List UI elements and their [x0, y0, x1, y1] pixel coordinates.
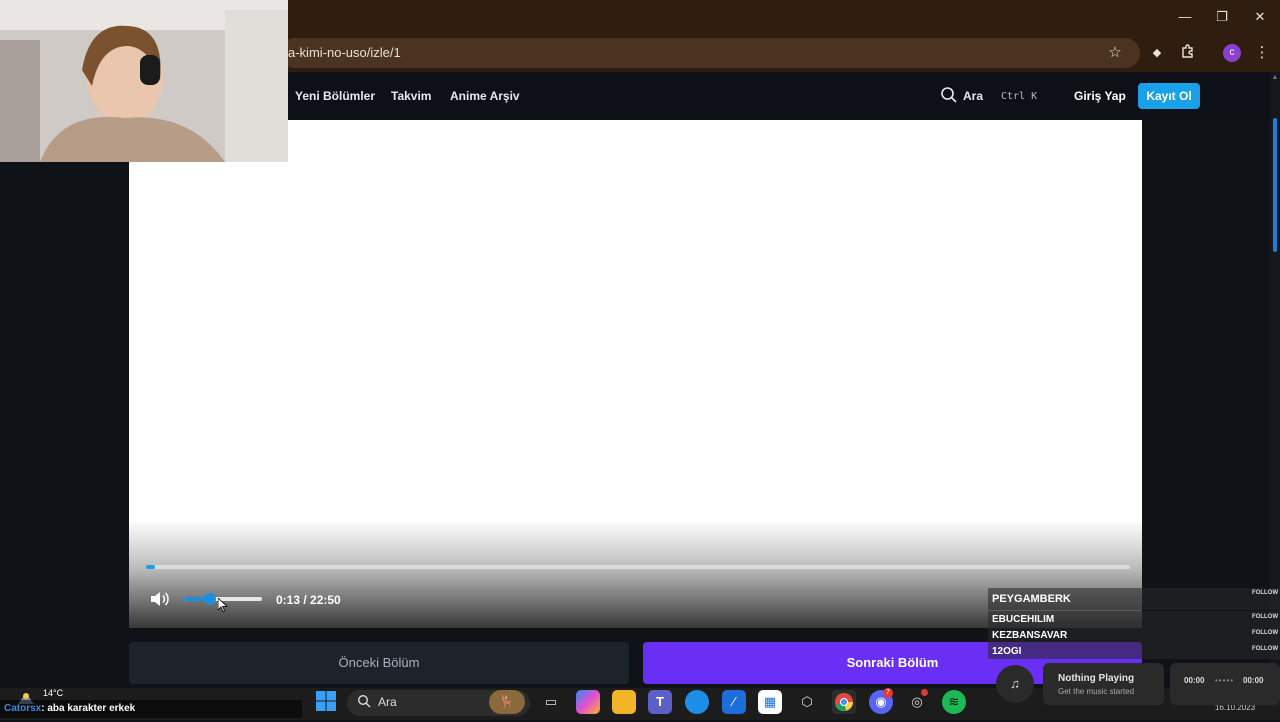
- mouse-cursor-icon: [218, 598, 228, 612]
- recording-indicator-icon: [921, 689, 928, 696]
- url-text[interactable]: a-kimi-no-uso/izle/1: [288, 45, 401, 60]
- search-highlight-icon: 🦌: [489, 690, 525, 714]
- follower-name: KEZBANSAVAR: [992, 630, 1068, 641]
- azure-icon[interactable]: ⁄: [722, 690, 746, 714]
- address-bar[interactable]: [280, 38, 1140, 68]
- file-explorer-icon[interactable]: [612, 690, 636, 714]
- now-playing-title: Nothing Playing: [1058, 673, 1135, 684]
- kebab-menu-icon[interactable]: ⋮: [1252, 43, 1272, 63]
- previous-episode-button[interactable]: Önceki Bölüm: [129, 642, 629, 684]
- task-view-icon[interactable]: ▭: [539, 690, 563, 714]
- webcam-overlay: [0, 0, 288, 162]
- profile-avatar[interactable]: c: [1223, 44, 1241, 62]
- puzzle-icon[interactable]: [1178, 43, 1198, 63]
- scrollbar-thumb[interactable]: [1273, 118, 1277, 252]
- weather-temperature: 14°C: [43, 688, 64, 698]
- search-label[interactable]: Ara: [963, 89, 983, 103]
- taskbar-search-label[interactable]: Ara: [378, 695, 397, 709]
- taskbar-search-icon: [357, 694, 371, 708]
- now-playing-widget: [1043, 663, 1164, 705]
- store-icon[interactable]: ▦: [758, 690, 782, 714]
- extension-diamond-icon[interactable]: ◆: [1147, 43, 1167, 63]
- follower-name: PEYGAMBERK: [992, 593, 1071, 605]
- nav-yeni-bolumler[interactable]: Yeni Bölümler: [295, 89, 375, 103]
- follow-tag: FOLLOW: [1252, 590, 1278, 596]
- star-icon[interactable]: ☆: [1105, 43, 1125, 63]
- music-note-icon[interactable]: ♫: [996, 665, 1034, 703]
- teams-icon[interactable]: T: [648, 690, 672, 714]
- nav-anime-arsiv[interactable]: Anime Arşiv: [450, 89, 520, 103]
- seek-bar-progress: [146, 565, 156, 569]
- chrome-icon[interactable]: [832, 690, 856, 714]
- windows-start-icon[interactable]: [314, 690, 338, 714]
- discord-notification-badge: 7: [883, 688, 893, 698]
- follower-row: [988, 643, 1280, 659]
- chat-message: Catorsx: aba karakter erkek: [4, 703, 135, 714]
- close-button[interactable]: ✕: [1251, 8, 1269, 26]
- now-playing-subtitle: Get the music started: [1058, 687, 1135, 696]
- login-link[interactable]: Giriş Yap: [1074, 89, 1126, 103]
- search-shortcut: Ctrl K: [1001, 91, 1038, 102]
- follow-tag: FOLLOW: [1252, 630, 1278, 636]
- scroll-up-icon[interactable]: ▲: [1271, 74, 1279, 82]
- chat-text: : aba karakter erkek: [41, 703, 136, 714]
- volume-icon[interactable]: [149, 590, 171, 608]
- minimize-button[interactable]: —: [1176, 8, 1194, 26]
- spotify-icon[interactable]: ≋: [942, 690, 966, 714]
- volume-slider-knob[interactable]: [203, 593, 216, 605]
- music-time-start: 00:00: [1184, 676, 1205, 685]
- maximize-button[interactable]: ❐: [1213, 8, 1231, 26]
- music-progress-dots: •••••: [1215, 676, 1235, 685]
- music-time-end: 00:00: [1243, 676, 1264, 685]
- nav-takvim[interactable]: Takvim: [391, 89, 431, 103]
- playback-time: 0:13 / 22:50: [276, 593, 341, 607]
- seek-bar[interactable]: [146, 565, 1130, 569]
- follow-tag: FOLLOW: [1252, 646, 1278, 652]
- edge-icon[interactable]: [685, 690, 709, 714]
- unity-icon[interactable]: ⬡: [795, 690, 819, 714]
- register-button[interactable]: Kayıt Ol: [1138, 83, 1200, 109]
- follower-name: EBUCEHILIM: [992, 614, 1055, 625]
- follow-tag: FOLLOW: [1252, 614, 1278, 620]
- search-icon[interactable]: [940, 86, 958, 104]
- follower-name: 12OGI: [992, 646, 1022, 657]
- copilot-icon[interactable]: [576, 690, 600, 714]
- chat-username: Catorsx: [4, 703, 42, 714]
